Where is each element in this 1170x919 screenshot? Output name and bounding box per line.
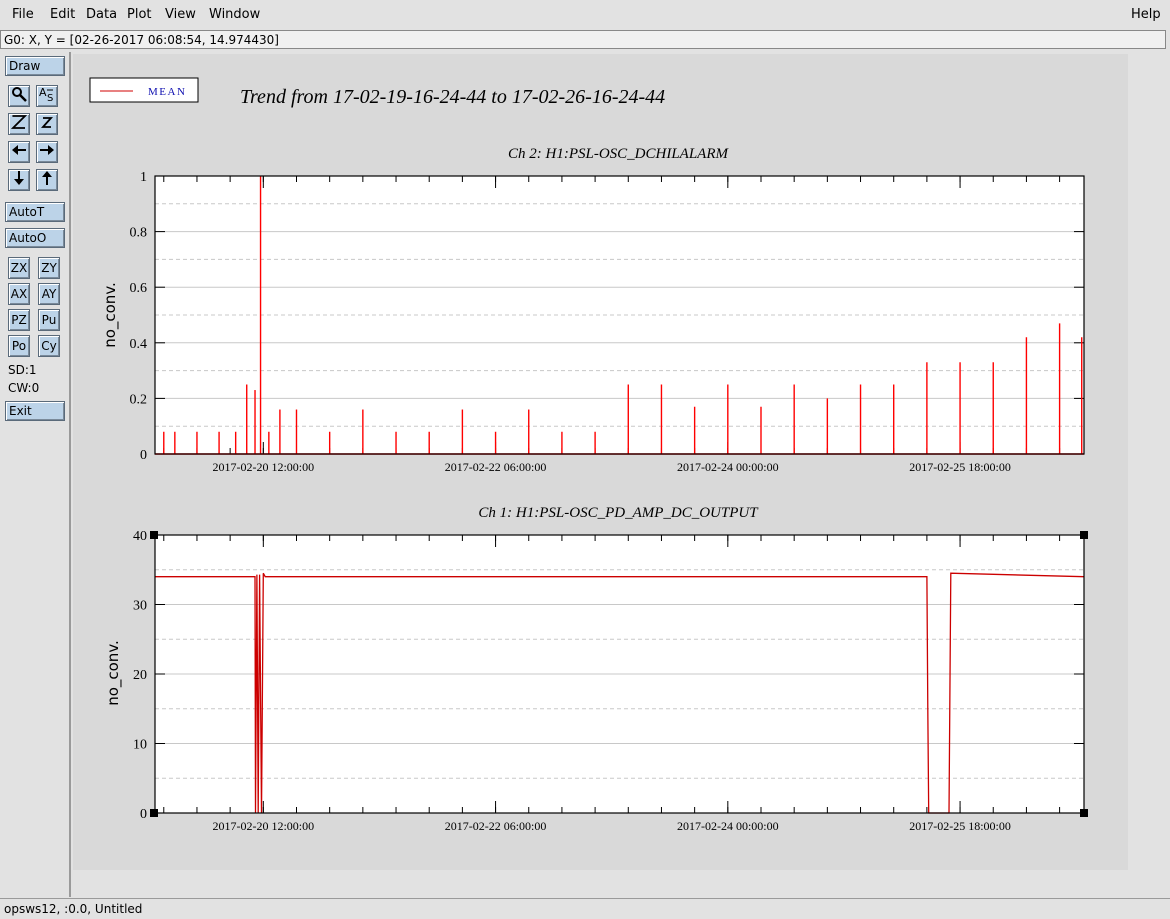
x-tick-label: 2017-02-22 06:00:00 [445,819,547,833]
x-tick-label: 2017-02-25 18:00:00 [909,819,1011,833]
y-tick-label: 40 [133,529,147,544]
y-tick-label: 30 [133,599,147,614]
y-tick-label: 0.6 [130,281,148,296]
y-tick-label: 20 [133,668,147,683]
y-tick-label: 1 [140,170,147,185]
y-tick-label: 0.2 [130,392,148,407]
handle-top-left[interactable] [150,531,158,539]
y-tick-label: 0.4 [130,337,148,352]
chart-title-ch2: Ch 2: H1:PSL-OSC_DCHILALARM [508,146,730,162]
chart-title-ch1: Ch 1: H1:PSL-OSC_PD_AMP_DC_OUTPUT [478,505,759,521]
y-tick-label: 0 [140,807,147,822]
chart-ch2: 0 0.2 0.4 0.6 0.8 1 2017-02-20 12:00:00 2017-02… [130,170,1085,474]
y-tick-label: 10 [133,738,147,753]
trend-plot-canvas[interactable]: MEAN Trend from 17-02-19-16-24-44 to 17-… [0,0,1170,919]
x-tick-label: 2017-02-24 00:00:00 [677,460,779,474]
handle-bottom-right[interactable] [1080,809,1088,817]
handle-bottom-left[interactable] [150,809,158,817]
x-tick-label: 2017-02-24 00:00:00 [677,819,779,833]
handle-top-right[interactable] [1080,531,1088,539]
y-axis-label-ch1: no_conv. [104,640,123,706]
y-tick-label: 0 [140,448,147,463]
x-tick-label: 2017-02-20 12:00:00 [212,460,314,474]
legend-label: MEAN [148,86,186,98]
plot-title: Trend from 17-02-19-16-24-44 to 17-02-26… [240,86,665,108]
x-tick-label: 2017-02-22 06:00:00 [445,460,547,474]
y-tick-label: 0.8 [130,226,148,241]
x-tick-label: 2017-02-20 12:00:00 [212,819,314,833]
status-bar: opsws12, :0.0, Untitled [0,898,1170,919]
y-axis-label-ch2: no_conv. [101,282,120,348]
x-tick-label: 2017-02-25 18:00:00 [909,460,1011,474]
legend: MEAN [89,77,199,103]
chart-ch1: 0 10 20 30 40 2017-02-20 12:00:00 2017-02-22 0… [133,529,1085,833]
